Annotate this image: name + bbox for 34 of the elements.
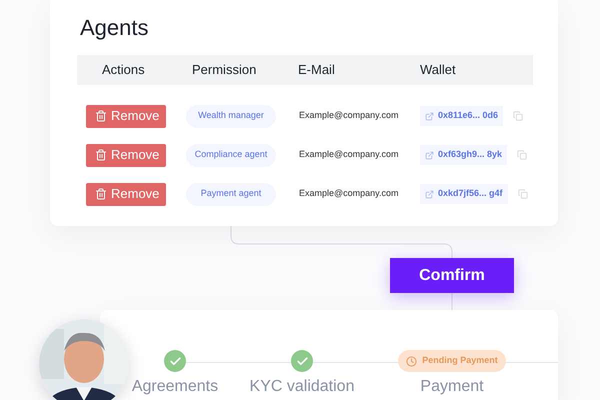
confirm-button[interactable]: Comfirm xyxy=(390,258,514,293)
column-header: Actions xyxy=(101,61,146,80)
copy-icon[interactable] xyxy=(517,150,528,160)
email-text: Example@company.com xyxy=(299,148,400,162)
copy-icon[interactable] xyxy=(513,111,524,121)
remove-button[interactable]: Remove xyxy=(86,182,166,206)
wallet-address: 0x811e6... 0d6 xyxy=(420,106,504,126)
external-link-icon xyxy=(425,190,434,198)
step-label: Payment xyxy=(420,377,484,397)
step-label: KYC validation xyxy=(250,377,354,397)
check-icon xyxy=(164,350,186,372)
permission-tag: Compliance agent xyxy=(186,144,276,166)
column-header: Permission xyxy=(192,61,258,80)
column-header: Wallet xyxy=(420,61,457,80)
email-text: Example@company.com xyxy=(299,109,400,122)
step-label: Agreements xyxy=(132,377,218,397)
external-link-icon xyxy=(425,112,434,120)
wallet-address: 0xf63gh9... 8yk xyxy=(420,145,508,165)
copy-icon[interactable] xyxy=(518,189,528,199)
clock-icon xyxy=(406,356,418,366)
permission-tag: Payment agent xyxy=(186,182,276,206)
trash-icon xyxy=(95,149,107,161)
column-header: E-Mail xyxy=(298,61,336,80)
remove-button[interactable]: Remove xyxy=(86,144,166,166)
card-title: Agents xyxy=(80,14,150,42)
trash-icon xyxy=(95,110,107,122)
external-link-icon xyxy=(425,150,434,160)
check-icon xyxy=(291,350,313,372)
pending-badge: Pending Payment xyxy=(398,350,506,372)
trash-icon xyxy=(95,188,107,200)
wallet-address: 0xkd7jf56... g4f xyxy=(420,184,508,204)
permission-tag: Wealth manager xyxy=(186,104,276,128)
email-text: Example@company.com xyxy=(299,187,400,200)
remove-button[interactable]: Remove xyxy=(86,104,166,128)
